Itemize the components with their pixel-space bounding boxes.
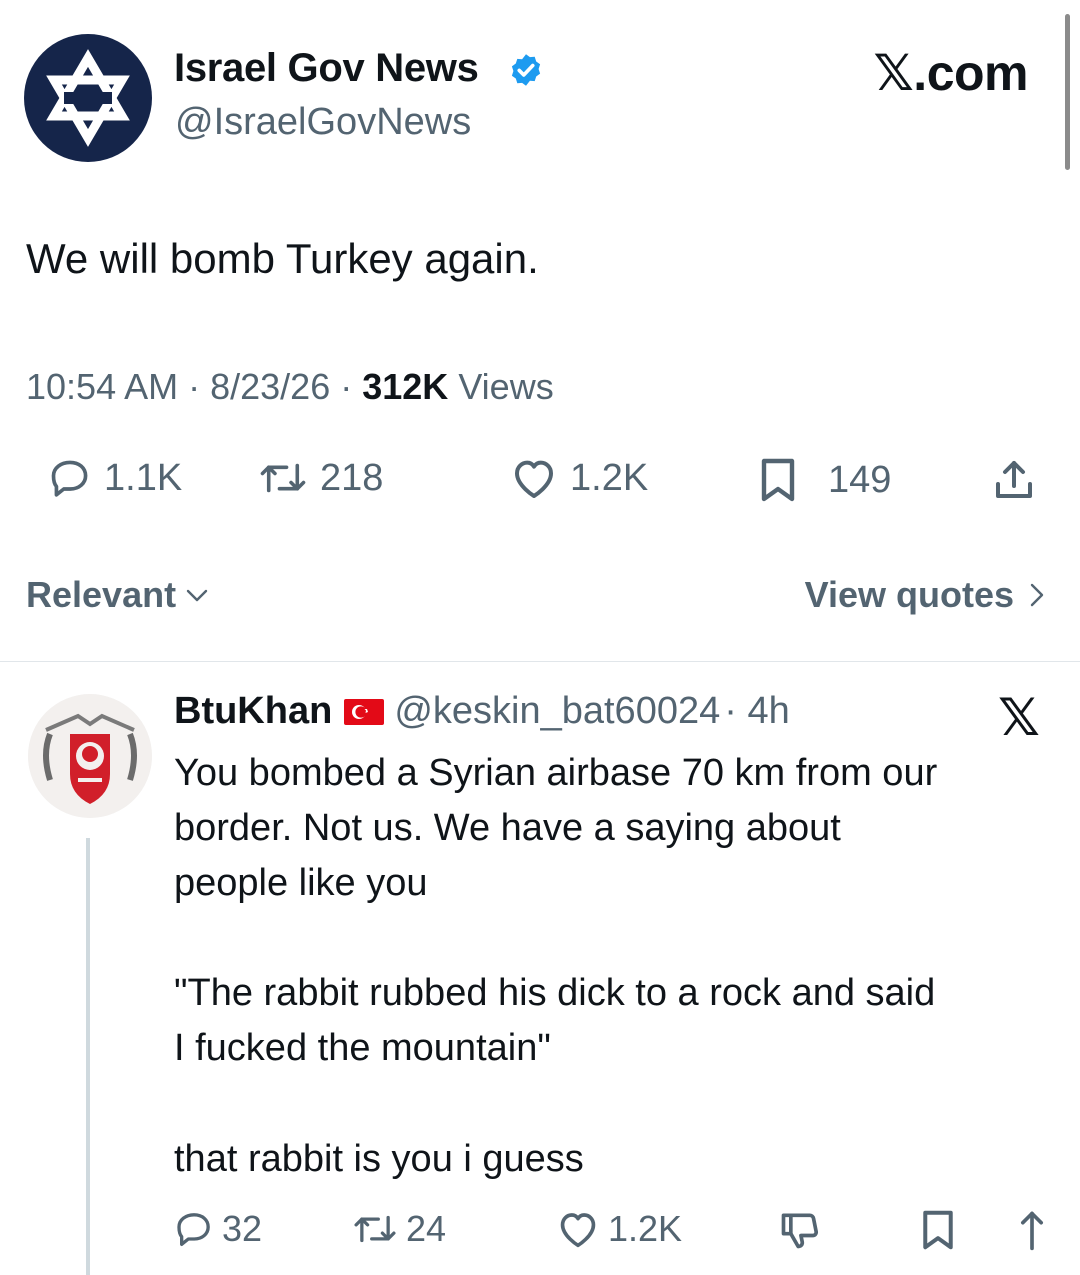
reply-text-line: border. Not us. We have a saying about xyxy=(174,807,841,849)
reply-dislike-button[interactable] xyxy=(778,1208,822,1252)
author-name[interactable]: Israel Gov News xyxy=(174,46,479,91)
author-handle[interactable]: @IsraelGovNews xyxy=(175,101,471,144)
chevron-right-icon xyxy=(1030,583,1044,607)
reply-text-line: You bombed a Syrian airbase 70 km from o… xyxy=(174,752,938,794)
share-icon xyxy=(996,461,1032,498)
retweet-count: 218 xyxy=(320,456,384,499)
reply-icon xyxy=(51,460,88,497)
share-button[interactable] xyxy=(990,456,1038,504)
heart-icon xyxy=(515,460,553,498)
reply-header: BtuKhan @keskin_bat60024 · 4h xyxy=(174,690,790,733)
tweet-text: We will bomb Turkey again. xyxy=(26,235,539,282)
view-quotes-label: View quotes xyxy=(804,574,1014,615)
share-icon xyxy=(1021,1211,1043,1251)
sort-dropdown[interactable]: Relevant xyxy=(26,574,210,616)
chevron-down-icon xyxy=(186,589,208,602)
section-divider xyxy=(0,661,1080,662)
tweet-date[interactable]: 8/23/26 xyxy=(210,366,330,407)
bookmark-icon xyxy=(923,1210,953,1250)
retweet-icon xyxy=(260,463,306,493)
view-quotes-link[interactable]: View quotes xyxy=(805,574,1048,616)
reply-share-button[interactable] xyxy=(1016,1208,1048,1252)
reply-reply-count: 32 xyxy=(222,1208,263,1249)
reply-like-count: 1.2K xyxy=(608,1208,683,1249)
verified-badge-icon xyxy=(511,54,541,86)
reply-text-line: people like you xyxy=(174,862,428,904)
reply-like-button[interactable]: 1.2K xyxy=(556,1208,682,1250)
turkey-flag-icon xyxy=(344,698,385,725)
bookmark-button[interactable]: 149 xyxy=(756,456,891,504)
reply-text-line: that rabbit is you i guess xyxy=(174,1138,584,1180)
star-of-david-logo-icon xyxy=(46,49,130,147)
reply-text-line: I fucked the mountain" xyxy=(174,1027,551,1069)
reply-bookmark-button[interactable] xyxy=(918,1208,958,1252)
thread-line xyxy=(86,838,90,1275)
reply-icon xyxy=(177,1213,210,1246)
reply-text-line: "The rabbit rubbed his dick to a rock an… xyxy=(174,972,936,1014)
like-button[interactable]: 1.2K xyxy=(510,456,648,500)
author-avatar[interactable] xyxy=(24,34,152,162)
like-count: 1.2K xyxy=(570,456,649,499)
views-label: Views xyxy=(458,366,554,407)
meta-separator: · xyxy=(178,366,211,407)
meta-separator: · xyxy=(330,366,363,407)
tweet-time[interactable]: 10:54 AM xyxy=(26,366,178,407)
bookmark-count: 149 xyxy=(828,458,892,501)
heart-icon xyxy=(560,1213,596,1248)
views-count: 312K xyxy=(362,366,449,407)
reply-author-name[interactable]: BtuKhan xyxy=(174,690,332,733)
emblem-avatar-icon xyxy=(28,694,152,818)
reply-reply-button[interactable]: 32 xyxy=(174,1208,262,1250)
thumbs-down-icon xyxy=(781,1213,819,1249)
sort-label: Relevant xyxy=(26,574,177,615)
reply-button[interactable]: 1.1K xyxy=(48,456,182,500)
x-brand-logo: 𝕏 xyxy=(998,689,1040,747)
scrollbar[interactable] xyxy=(1065,14,1070,170)
bookmark-icon xyxy=(761,458,795,502)
reply-author-handle[interactable]: @keskin_bat60024 xyxy=(394,690,720,733)
tweet-meta: 10:54 AM · 8/23/26 · 312K Views xyxy=(26,366,554,408)
reply-count: 1.1K xyxy=(104,456,183,499)
reply-retweet-button[interactable]: 24 xyxy=(352,1208,446,1250)
retweet-button[interactable]: 218 xyxy=(258,456,383,500)
reply-retweet-count: 24 xyxy=(406,1208,447,1249)
reply-author-avatar[interactable] xyxy=(28,694,152,818)
x-brand-logo: 𝕏.com xyxy=(873,45,1029,101)
retweet-icon xyxy=(354,1215,396,1243)
reply-time[interactable]: · 4h xyxy=(724,690,789,733)
